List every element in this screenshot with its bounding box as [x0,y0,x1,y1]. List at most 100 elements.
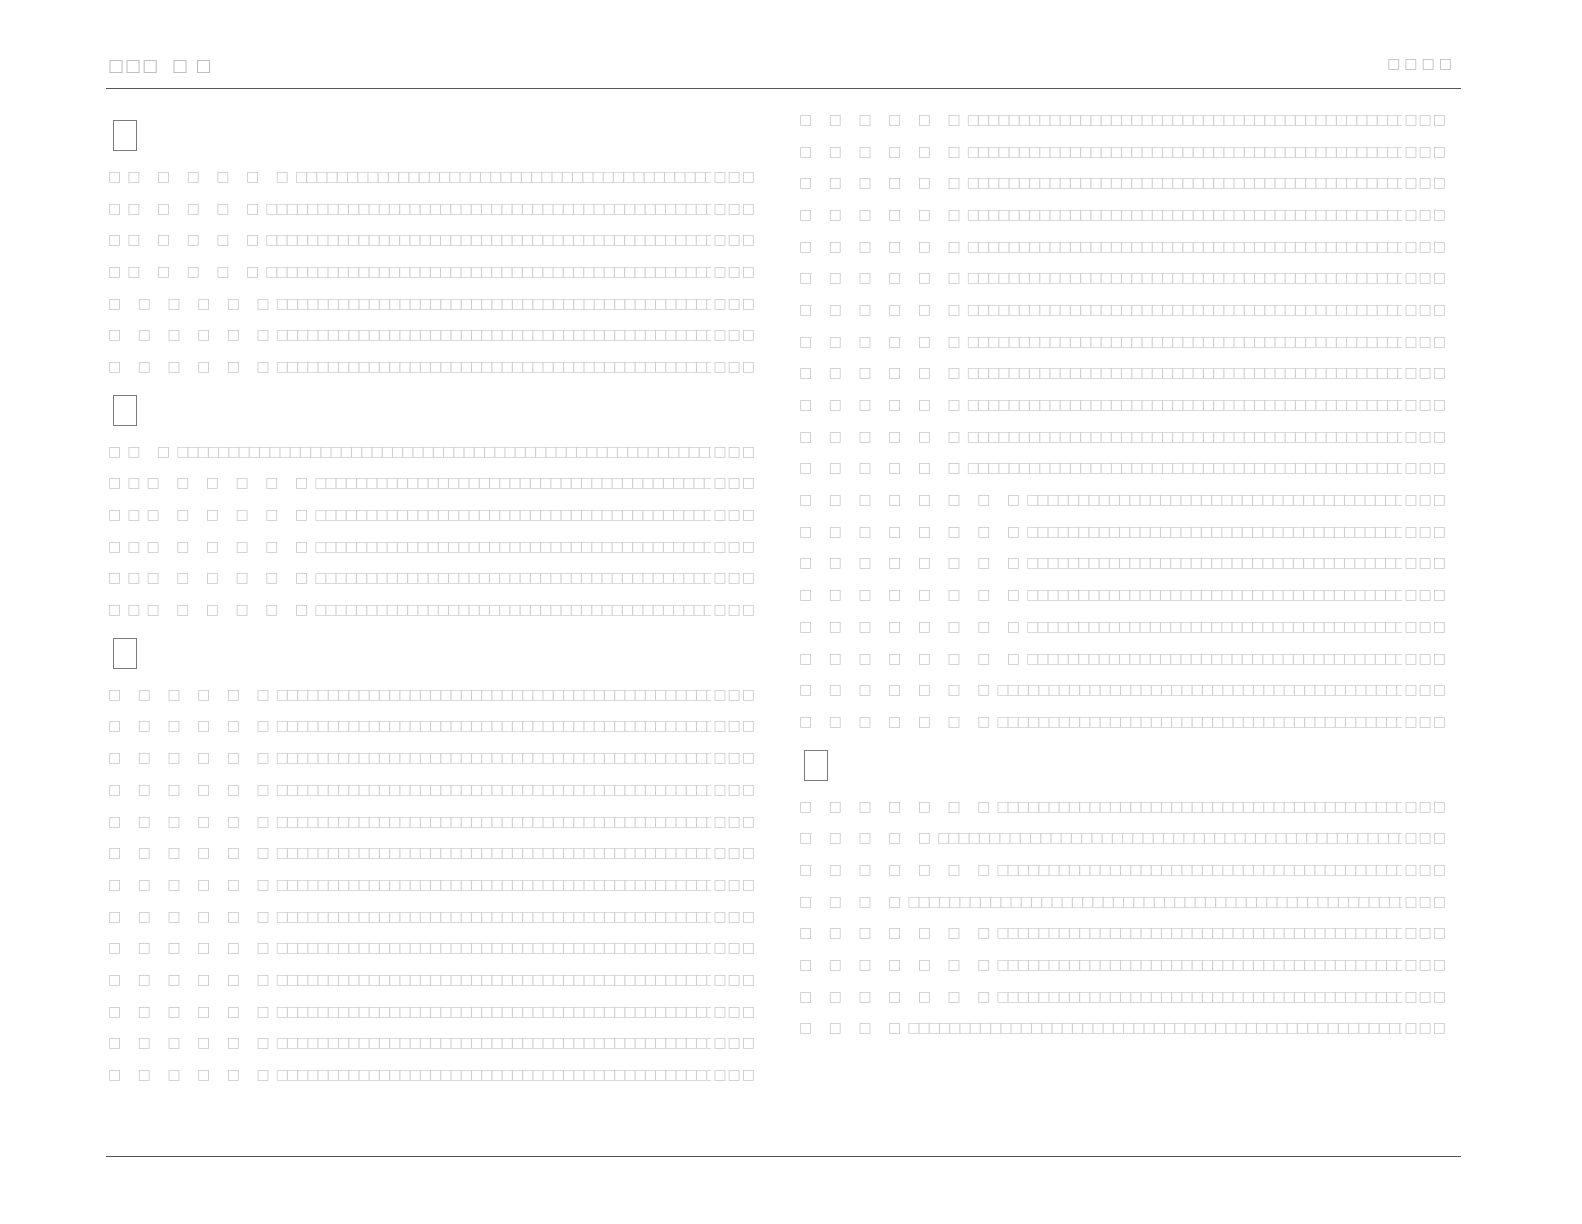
entry-tail: □□□ [1404,143,1447,160]
footer-rule [106,1156,1461,1157]
entry-desc: □□□□□□□□□□□□□□□□□□□□□□□□□□□□□□□□□□□□□□□□… [966,111,1403,128]
entry-desc: □□□□□□□□□□□□□□□□□□□□□□□□□□□□□□□□□□□□□□□□… [176,443,711,460]
entry-tail: □□□ [713,876,756,893]
entry-tail: □□□ [1404,111,1447,128]
entry-term: □□□ □ □ □ □ □ [108,602,315,619]
entry-term: □ □ □ □ □ □ [799,397,967,414]
entry-tail: □□□ [1404,365,1447,382]
entry-tail: □□□ [713,443,756,460]
entry-tail: □□□ [1404,301,1447,318]
entry-term: □ □ □ □ □ □ [108,1003,276,1020]
entry-row: □ □ □ □ □ □ □□□□□□□□□□□□□□□□□□□□□□□□□□□□□… [108,351,756,383]
entry-term: □ □ □ □ □ □ [799,175,967,192]
entry-row: □ □ □ □ □ □ □ □ □□□□□□□□□□□□□□□□□□□□□□□□□… [799,548,1447,580]
entry-desc: □□□□□□□□□□□□□□□□□□□□□□□□□□□□□□□□□□□□□□□□… [996,957,1403,974]
entry-row: □ □ □ □ □ □ □ □□□□□□□□□□□□□□□□□□□□□□□□□□□… [799,674,1447,706]
entry-row: □□ □ □ □ □ □ □□□□□□□□□□□□□□□□□□□□□□□□□□□□… [108,161,756,193]
entry-term: □ □ □ □ □ □ [799,428,967,445]
entry-row: □□□ □ □ □ □ □ □□□□□□□□□□□□□□□□□□□□□□□□□□□… [108,499,756,531]
entry-desc: □□□□□□□□□□□□□□□□□□□□□□□□□□□□□□□□□□□□□□□□… [275,813,712,830]
entry-term: □ □ □ □ □ □ □ □ [799,555,1026,572]
entry-term: □□ □ □ □ □ [108,232,266,249]
entry-desc: □□□□□□□□□□□□□□□□□□□□□□□□□□□□□□□□□□□□□□□□… [907,893,1403,910]
entry-row: □ □ □ □ □ □ □□□□□□□□□□□□□□□□□□□□□□□□□□□□□… [799,389,1447,421]
entry-desc: □□□□□□□□□□□□□□□□□□□□□□□□□□□□□□□□□□□□□□□□… [966,365,1403,382]
entry-term: □ □ □ □ □ □ □ [799,957,997,974]
entry-tail: □□□ [1404,333,1447,350]
entry-term: □ □ □ □ □ □ [108,358,276,375]
entry-row: □ □ □ □ □ □ □ □ □□□□□□□□□□□□□□□□□□□□□□□□□… [799,484,1447,516]
entry-term: □ □ □ □ □ □ [799,365,967,382]
header-right-text: □□□□ [1387,56,1456,72]
entry-term: □ □ □ □ □ □ [108,686,276,703]
entry-row: □ □ □ □ □ □ □□□□□□□□□□□□□□□□□□□□□□□□□□□□□… [108,679,756,711]
entry-row: □ □ □ □ □ □ □□□□□□□□□□□□□□□□□□□□□□□□□□□□□… [108,932,756,964]
entry-term: □ □ □ □ □ □ [108,295,276,312]
entry-term: □ □ □ □ □ □ [108,940,276,957]
entry-term: □ □ □ □ □ □ [108,813,276,830]
entry-term: □ □ □ □ □ □ [799,301,967,318]
entry-row: □ □ □ □ □ □ □□□□□□□□□□□□□□□□□□□□□□□□□□□□□… [799,167,1447,199]
entry-tail: □□□ [1404,682,1447,699]
entry-desc: □□□□□□□□□□□□□□□□□□□□□□□□□□□□□□□□□□□□□□□□… [1025,650,1403,667]
section-heading-glyph [113,637,137,669]
entry-desc: □□□□□□□□□□□□□□□□□□□□□□□□□□□□□□□□□□□□□□□□… [966,397,1403,414]
entry-tail: □□□ [713,718,756,735]
entry-row: □ □ □ □ □ □ □□□□□□□□□□□□□□□□□□□□□□□□□□□□□… [108,869,756,901]
entry-desc: □□□□□□□□□□□□□□□□□□□□□□□□□□□□□□□□□□□□□□□□… [1025,555,1403,572]
entry-row: □ □ □ □ □□□□□□□□□□□□□□□□□□□□□□□□□□□□□□□□□… [799,1013,1447,1045]
entry-term: □ □ □ □ □ □ □ [799,798,997,815]
entry-tail: □□□ [713,232,756,249]
entry-row: □ □ □ □ □ □ □□□□□□□□□□□□□□□□□□□□□□□□□□□□□… [108,1028,756,1060]
entry-tail: □□□ [1404,713,1447,730]
entry-term: □ □ □ □ □ □ [108,327,276,344]
entry-row: □ □ □ □ □ □ □□□□□□□□□□□□□□□□□□□□□□□□□□□□□… [108,806,756,838]
page-header: □□□ □ □ □□□□ [108,56,1460,80]
section: □□ □ □□□□□□□□□□□□□□□□□□□□□□□□□□□□□□□□□□□□… [108,394,756,626]
entry-term: □□ □ [108,443,177,460]
entry-row: □ □ □ □ □ □ □□□□□□□□□□□□□□□□□□□□□□□□□□□□□… [799,421,1447,453]
entry-desc: □□□□□□□□□□□□□□□□□□□□□□□□□□□□□□□□□□□□□□□□… [966,175,1403,192]
section: □□ □ □ □ □ □ □□□□□□□□□□□□□□□□□□□□□□□□□□□□… [108,120,756,383]
entry-tail: □□□ [713,538,756,555]
section-heading-glyph [113,120,137,151]
entry-term: □ □ □ □ □ □ [108,781,276,798]
entry-term: □ □ □ □ □ [799,830,937,847]
entry-row: □ □ □ □ □ □ □□□□□□□□□□□□□□□□□□□□□□□□□□□□□… [799,262,1447,294]
entry-term: □ □ □ □ [799,893,908,910]
entry-row: □ □ □ □ □ □ □□□□□□□□□□□□□□□□□□□□□□□□□□□□□… [108,996,756,1028]
entry-row: □ □ □ □ □ □ □□□□□□□□□□□□□□□□□□□□□□□□□□□□□… [108,711,756,743]
entry-desc: □□□□□□□□□□□□□□□□□□□□□□□□□□□□□□□□□□□□□□□□… [275,327,712,344]
entry-term: □ □ □ □ □ □ [108,750,276,767]
entry-desc: □□□□□□□□□□□□□□□□□□□□□□□□□□□□□□□□□□□□□□□□… [966,428,1403,445]
entry-term: □ □ □ □ □ □ □ □ [799,523,1026,540]
entry-row: □□□ □ □ □ □ □ □□□□□□□□□□□□□□□□□□□□□□□□□□□… [108,594,756,626]
entry-desc: □□□□□□□□□□□□□□□□□□□□□□□□□□□□□□□□□□□□□□□□… [996,798,1403,815]
entry-row: □□□ □ □ □ □ □ □□□□□□□□□□□□□□□□□□□□□□□□□□□… [108,531,756,563]
entry-row: □□□ □ □ □ □ □ □□□□□□□□□□□□□□□□□□□□□□□□□□□… [108,563,756,595]
entry-row: □□□ □ □ □ □ □ □□□□□□□□□□□□□□□□□□□□□□□□□□□… [108,468,756,500]
entry-row: □□ □ □ □ □ □□□□□□□□□□□□□□□□□□□□□□□□□□□□□□… [108,193,756,225]
entry-row: □ □ □ □ □ □ □□□□□□□□□□□□□□□□□□□□□□□□□□□□□… [799,199,1447,231]
entry-desc: □□□□□□□□□□□□□□□□□□□□□□□□□□□□□□□□□□□□□□□□… [275,845,712,862]
entry-desc: □□□□□□□□□□□□□□□□□□□□□□□□□□□□□□□□□□□□□□□□… [265,200,711,217]
entry-tail: □□□ [1404,925,1447,942]
entry-term: □□ □ □ □ □ □ [108,168,295,185]
entry-tail: □□□ [1404,428,1447,445]
entry-term: □□□ □ □ □ □ □ [108,507,315,524]
entry-desc: □□□□□□□□□□□□□□□□□□□□□□□□□□□□□□□□□□□□□□□□… [966,206,1403,223]
entry-tail: □□□ [713,168,756,185]
entry-row: □ □ □ □ □ □ □□□□□□□□□□□□□□□□□□□□□□□□□□□□□… [799,104,1447,136]
entry-term: □ □ □ □ □ □ [799,206,967,223]
entry-term: □ □ □ □ □ □ □ [799,713,997,730]
entry-row: □ □ □ □ □ □ □□□□□□□□□□□□□□□□□□□□□□□□□□□□□… [108,774,756,806]
entry-tail: □□□ [713,200,756,217]
entry-desc: □□□□□□□□□□□□□□□□□□□□□□□□□□□□□□□□□□□□□□□□… [996,988,1403,1005]
entry-tail: □□□ [1404,523,1447,540]
entry-tail: □□□ [1404,555,1447,572]
entry-desc: □□□□□□□□□□□□□□□□□□□□□□□□□□□□□□□□□□□□□□□□… [996,682,1403,699]
section-heading-glyph [113,394,137,426]
entry-tail: □□□ [713,971,756,988]
section: □ □ □ □ □ □ □□□□□□□□□□□□□□□□□□□□□□□□□□□□□… [799,104,1447,738]
entry-tail: □□□ [713,570,756,587]
